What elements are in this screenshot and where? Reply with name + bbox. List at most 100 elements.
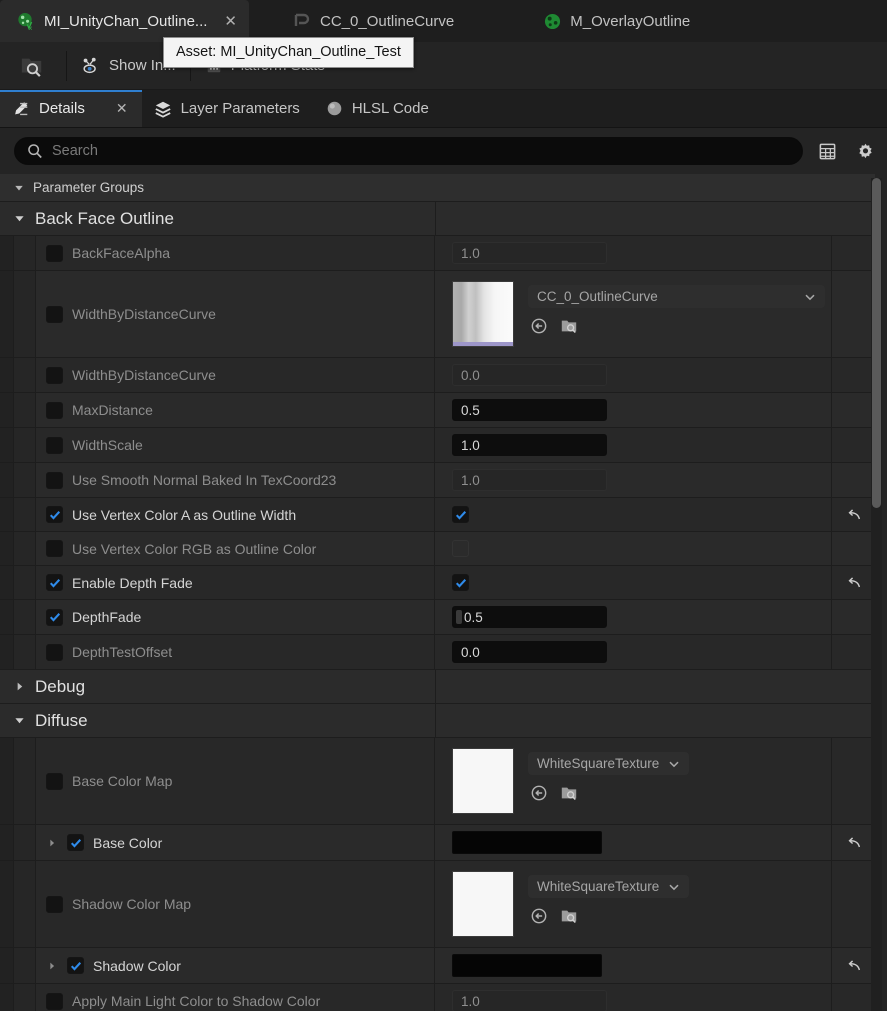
scrollbar-thumb[interactable] [872, 178, 881, 508]
column-view-button[interactable] [813, 137, 841, 165]
use-selected-asset-icon[interactable] [530, 784, 548, 802]
expand-arrow-icon[interactable] [46, 838, 58, 848]
material-instance-editor: x MI_UnityChan_Outline... ✕ CC_0_Outline… [0, 0, 887, 1011]
table-row[interactable]: Use Vertex Color A as Outline Width [0, 498, 875, 532]
texture-thumbnail[interactable] [452, 871, 514, 937]
vertical-scrollbar[interactable] [871, 178, 882, 1011]
table-row[interactable]: Use Vertex Color RGB as Outline Color [0, 532, 875, 566]
color-swatch[interactable] [452, 831, 602, 854]
numeric-input[interactable]: 0.0 [452, 364, 607, 386]
table-row[interactable]: DepthFade 0.5 [0, 600, 875, 635]
tab-details[interactable]: Details ✕ [0, 90, 142, 127]
numeric-input[interactable]: 0.5 [452, 399, 607, 421]
toolbar-find-in-content-browser[interactable] [6, 42, 66, 90]
column-splitter[interactable] [435, 670, 436, 703]
group-header-debug[interactable]: Debug [0, 670, 875, 704]
table-row[interactable]: WidthByDistanceCurve 0.0 [0, 358, 875, 393]
parameter-value-checkbox[interactable] [452, 540, 469, 557]
parameter-override-checkbox[interactable] [46, 506, 63, 523]
expand-arrow-icon[interactable] [46, 961, 58, 971]
parameter-override-checkbox[interactable] [46, 244, 63, 262]
asset-dropdown[interactable]: WhiteSquareTexture [528, 875, 690, 898]
use-selected-asset-icon[interactable] [530, 317, 548, 335]
numeric-input[interactable]: 1.0 [452, 242, 607, 264]
tab-hlsl-code[interactable]: HLSL Code [314, 90, 443, 127]
search-box[interactable] [14, 137, 803, 165]
group-header-back-face-outline[interactable]: Back Face Outline [0, 202, 875, 236]
browse-to-asset-icon[interactable] [560, 317, 578, 335]
parameter-override-checkbox[interactable] [46, 540, 63, 557]
parameter-override-checkbox[interactable] [46, 471, 63, 489]
asset-dropdown[interactable]: CC_0_OutlineCurve [528, 285, 825, 308]
tab-layer-parameters[interactable]: Layer Parameters [142, 90, 314, 127]
parameter-override-checkbox[interactable] [46, 772, 63, 790]
parameter-override-checkbox[interactable] [46, 401, 63, 419]
parameter-override-checkbox[interactable] [46, 608, 63, 626]
row-name-cell: BackFaceAlpha [36, 236, 435, 270]
table-row[interactable]: WidthByDistanceCurve CC_0_OutlineCurve [0, 271, 875, 358]
table-row[interactable]: Base Color [0, 825, 875, 861]
settings-button[interactable] [851, 137, 879, 165]
numeric-input[interactable]: 1.0 [452, 990, 607, 1011]
asset-dropdown[interactable]: WhiteSquareTexture [528, 752, 690, 775]
table-row[interactable]: MaxDistance 0.5 [0, 393, 875, 428]
table-row[interactable]: DepthTestOffset 0.0 [0, 635, 875, 670]
column-splitter[interactable] [435, 202, 436, 235]
texture-thumbnail[interactable] [452, 281, 514, 347]
texture-thumbnail[interactable] [452, 748, 514, 814]
asset-tab-material-instance[interactable]: x MI_UnityChan_Outline... ✕ [0, 0, 249, 42]
table-row[interactable]: Enable Depth Fade [0, 566, 875, 600]
parameter-override-checkbox[interactable] [46, 305, 63, 323]
close-icon[interactable]: ✕ [116, 100, 128, 117]
table-row[interactable]: Use Smooth Normal Baked In TexCoord23 1.… [0, 463, 875, 498]
browse-to-asset-icon[interactable] [560, 907, 578, 925]
category-parameter-groups[interactable]: Parameter Groups [0, 174, 875, 202]
numeric-input[interactable]: 0.0 [452, 641, 607, 663]
row-value-cell [435, 825, 831, 860]
reset-to-default-icon[interactable] [846, 835, 862, 851]
reset-to-default-icon[interactable] [846, 575, 862, 591]
asset-actions [528, 907, 689, 925]
search-input[interactable] [52, 143, 790, 159]
use-selected-asset-icon[interactable] [530, 907, 548, 925]
numeric-input[interactable]: 1.0 [452, 469, 607, 491]
parameter-override-checkbox[interactable] [46, 366, 63, 384]
table-row[interactable]: Shadow Color Map WhiteSquareTexture [0, 861, 875, 948]
row-indent [14, 825, 36, 860]
table-row[interactable]: WidthScale 1.0 [0, 428, 875, 463]
tab-label: HLSL Code [351, 100, 429, 117]
parameter-override-checkbox[interactable] [46, 436, 63, 454]
column-splitter[interactable] [435, 704, 436, 737]
curve-asset-icon [293, 12, 311, 30]
parameter-override-checkbox[interactable] [67, 834, 84, 851]
close-icon[interactable]: ✕ [224, 14, 237, 29]
parameter-override-checkbox[interactable] [46, 992, 63, 1010]
parameter-value-checkbox[interactable] [452, 574, 469, 591]
group-header-diffuse[interactable]: Diffuse [0, 704, 875, 738]
parameter-override-checkbox[interactable] [46, 574, 63, 591]
property-tree-scroll[interactable]: Parameter Groups Back Face Outline BackF… [0, 174, 887, 1011]
parameter-override-checkbox[interactable] [67, 957, 84, 974]
numeric-input[interactable]: 1.0 [452, 434, 607, 456]
parameter-label: Use Vertex Color A as Outline Width [72, 506, 297, 523]
reset-to-default-icon[interactable] [846, 507, 862, 523]
row-gutter [0, 358, 14, 392]
browse-to-asset-icon[interactable] [560, 784, 578, 802]
row-value-cell: 1.0 [435, 463, 831, 497]
color-swatch[interactable] [452, 954, 602, 977]
table-row[interactable]: BackFaceAlpha 1.0 [0, 236, 875, 271]
row-gutter [0, 236, 14, 270]
row-indent [14, 635, 36, 669]
asset-tab-material[interactable]: M_OverlayOutline [528, 0, 702, 42]
row-value-cell [435, 948, 831, 983]
reset-to-default-icon[interactable] [846, 958, 862, 974]
table-row[interactable]: Shadow Color [0, 948, 875, 984]
parameter-value-checkbox[interactable] [452, 506, 469, 523]
asset-tab-curve[interactable]: CC_0_OutlineCurve [277, 0, 466, 42]
table-row[interactable]: Base Color Map WhiteSquareTexture [0, 738, 875, 825]
table-row[interactable]: Apply Main Light Color to Shadow Color 1… [0, 984, 875, 1011]
parameter-override-checkbox[interactable] [46, 895, 63, 913]
row-reset-cell [831, 600, 875, 634]
numeric-input[interactable]: 0.5 [452, 606, 607, 628]
parameter-override-checkbox[interactable] [46, 643, 63, 661]
